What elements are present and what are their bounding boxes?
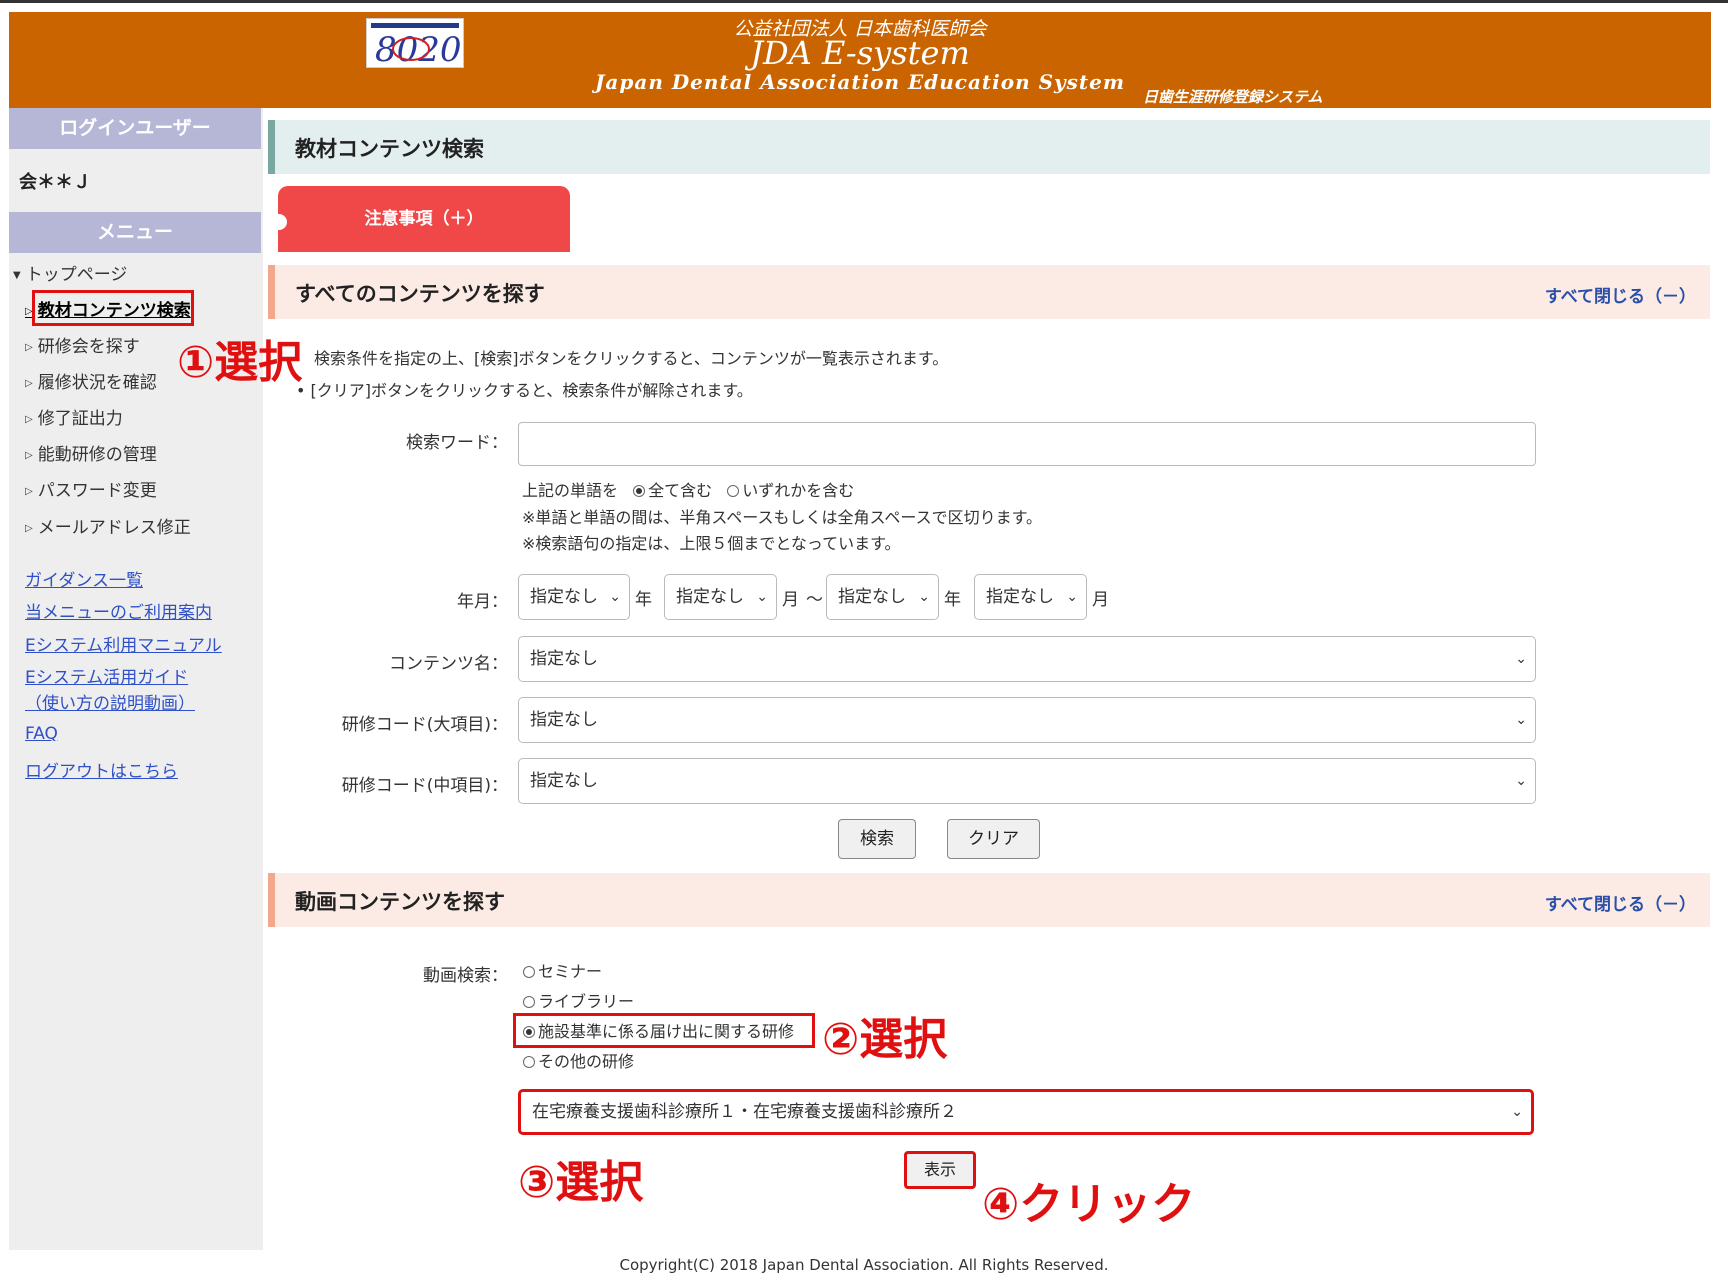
- triangle-right-icon: ▷: [25, 486, 33, 497]
- year-to-select[interactable]: 指定なし ⌄: [826, 574, 939, 620]
- annotation-step3: ③選択: [518, 1157, 644, 1208]
- sidebar-item-email[interactable]: ▷ メールアドレス修正: [25, 513, 191, 538]
- sidebar-item-password[interactable]: ▷ パスワード変更: [25, 476, 157, 501]
- radio-icon: [523, 1056, 535, 1068]
- chevron-down-icon: ⌄: [1515, 651, 1527, 667]
- sidebar-item-active-training[interactable]: ▷ 能動研修の管理: [25, 440, 157, 465]
- keyword-label: 検索ワード：: [406, 433, 508, 453]
- radio-library[interactable]: ライブラリー: [523, 988, 634, 1012]
- section-title: すべてのコンテンツを探す: [295, 282, 545, 306]
- triangle-right-icon: ▷: [25, 414, 33, 425]
- link-logout[interactable]: ログアウトはこちら: [25, 757, 178, 782]
- system-tagline: 日歯生涯研修登録システム: [1143, 88, 1323, 106]
- radio-seminar[interactable]: セミナー: [523, 958, 602, 982]
- unit-month: 月: [1092, 590, 1109, 610]
- link-guidance[interactable]: ガイダンス一覧: [25, 566, 143, 591]
- section-title: 動画コンテンツを探す: [295, 890, 505, 914]
- triangle-right-icon: ▷: [25, 378, 33, 389]
- word-mode-group: 上記の単語を 全て含む いずれかを含む: [522, 481, 855, 500]
- code-mid-select[interactable]: 指定なし ⌄: [518, 758, 1536, 804]
- keyword-input[interactable]: [518, 422, 1536, 466]
- hint-limit: ※検索語句の指定は、上限５個までとなっています。: [522, 534, 901, 553]
- instruction-note-1: 検索条件を指定の上、[検索]ボタンをクリックすると、コンテンツが一覧表示されます…: [314, 349, 949, 368]
- system-subtitle: Japan Dental Association Education Syste…: [594, 70, 1126, 94]
- show-button[interactable]: 表示: [904, 1151, 976, 1189]
- top-border: [0, 0, 1728, 3]
- user-name: 会＊＊Ｊ: [19, 172, 91, 193]
- code-major-label: 研修コード(大項目)：: [341, 715, 508, 735]
- search-button[interactable]: 検索: [838, 819, 916, 859]
- sidebar: ログインユーザー 会＊＊Ｊ メニュー ▼ トップページ ▷ 教材コンテンツ検索 ▷ 研…: [9, 108, 263, 1250]
- content-name-select[interactable]: 指定なし ⌄: [518, 636, 1536, 682]
- system-title: JDA E-system: [750, 34, 970, 72]
- highlight-box-step1: [32, 290, 194, 326]
- section-video-contents: 動画コンテンツを探す すべて閉じる（－）: [268, 873, 1710, 927]
- radio-icon: [523, 966, 535, 978]
- link-manual[interactable]: Eシステム利用マニュアル: [25, 631, 222, 656]
- menu-heading: メニュー: [9, 212, 261, 253]
- annotation-step1: ①選択: [177, 337, 303, 388]
- code-mid-label: 研修コード(中項目)：: [341, 776, 508, 796]
- close-all-button[interactable]: すべて閉じる（－）: [1545, 890, 1696, 915]
- triangle-right-icon: ▷: [25, 523, 33, 534]
- range-tilde: ～: [806, 590, 823, 610]
- page-title: 教材コンテンツ検索: [295, 137, 484, 161]
- month-to-select[interactable]: 指定なし ⌄: [974, 574, 1087, 620]
- section-all-contents: すべてのコンテンツを探す すべて閉じる（－）: [268, 265, 1710, 319]
- radio-all-words[interactable]: [633, 485, 646, 497]
- sidebar-item-certificate[interactable]: ▷ 修了証出力: [25, 404, 123, 429]
- close-all-button[interactable]: すべて閉じる（－）: [1545, 282, 1696, 307]
- code-major-select[interactable]: 指定なし ⌄: [518, 697, 1536, 743]
- site-header: 8020 公益社団法人 日本歯科医師会 JDA E-system Japan D…: [9, 12, 1711, 108]
- chevron-down-icon: ⌄: [609, 589, 621, 605]
- unit-month: 月: [782, 590, 799, 610]
- link-usage-video[interactable]: （使い方の説明動画）: [25, 689, 195, 714]
- page-title-bar: 教材コンテンツ検索: [268, 120, 1710, 174]
- triangle-right-icon: ▷: [25, 450, 33, 461]
- unit-year: 年: [635, 590, 652, 610]
- month-from-select[interactable]: 指定なし ⌄: [664, 574, 777, 620]
- annotation-step4: ④クリック: [982, 1179, 1196, 1230]
- notice-tab[interactable]: 注意事項（＋）: [278, 186, 570, 252]
- hint-separator: ※単語と単語の間は、半角スペースもしくは全角スペースで区切ります。: [522, 508, 1042, 527]
- sidebar-item-course-status[interactable]: ▷ 履修状況を確認: [25, 368, 157, 393]
- link-faq[interactable]: FAQ: [25, 724, 58, 744]
- instruction-note-2: • [クリア]ボタンをクリックすると、検索条件が解除されます。: [296, 381, 753, 400]
- sidebar-item-top-page[interactable]: ▼ トップページ: [13, 260, 127, 285]
- chevron-down-icon: ⌄: [1515, 712, 1527, 728]
- clear-button[interactable]: クリア: [947, 819, 1040, 859]
- chevron-down-icon: ⌄: [918, 589, 930, 605]
- unit-year: 年: [944, 590, 961, 610]
- link-menu-guide[interactable]: 当メニューのご利用案内: [25, 598, 212, 623]
- radio-other-training[interactable]: その他の研修: [523, 1048, 634, 1072]
- video-search-label: 動画検索：: [423, 966, 508, 986]
- triangle-down-icon: ▼: [13, 270, 21, 281]
- radio-any-words[interactable]: [727, 485, 740, 497]
- year-from-select[interactable]: 指定なし ⌄: [518, 574, 630, 620]
- annotation-step2: ②選択: [822, 1014, 948, 1065]
- sidebar-item-find-seminar[interactable]: ▷ 研修会を探す: [25, 332, 140, 357]
- content-name-label: コンテンツ名：: [389, 654, 508, 674]
- date-label: 年月：: [457, 592, 508, 612]
- link-usage-guide[interactable]: Eシステム活用ガイド: [25, 663, 188, 688]
- login-user-heading: ログインユーザー: [9, 108, 261, 149]
- chevron-down-icon: ⌄: [756, 589, 768, 605]
- chevron-down-icon: ⌄: [1515, 773, 1527, 789]
- footer-copyright: Copyright(C) 2018 Japan Dental Associati…: [619, 1256, 1109, 1274]
- bullet-icon: •: [296, 381, 311, 400]
- highlight-box-step2: [513, 1013, 815, 1048]
- notice-dot: [271, 214, 287, 230]
- chevron-down-icon: ⌄: [1511, 1104, 1523, 1120]
- video-category-select[interactable]: 在宅療養支援歯科診療所１・在宅療養支援歯科診療所２ ⌄: [518, 1089, 1534, 1135]
- radio-icon: [523, 996, 535, 1008]
- chevron-down-icon: ⌄: [1066, 589, 1078, 605]
- triangle-right-icon: ▷: [25, 342, 33, 353]
